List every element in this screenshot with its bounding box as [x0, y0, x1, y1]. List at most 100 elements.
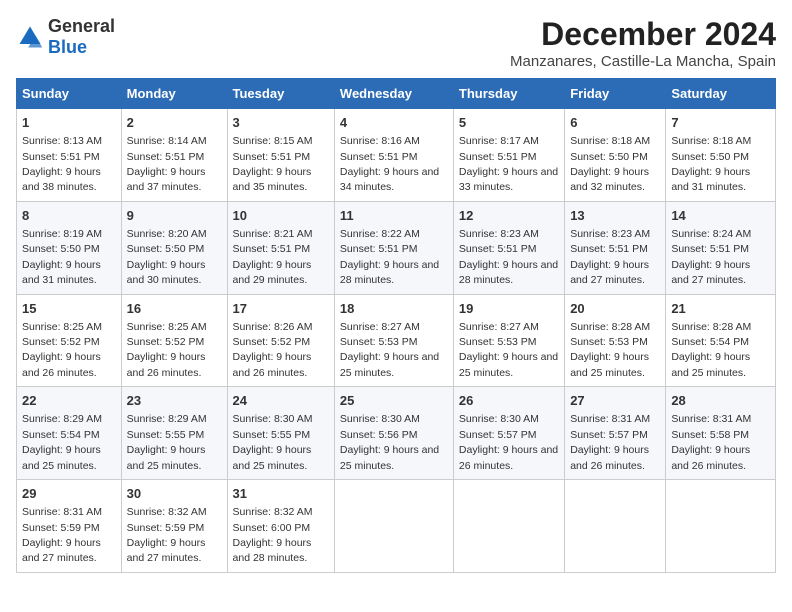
column-header-saturday: Saturday	[666, 79, 776, 109]
sunrise-info: Sunrise: 8:18 AM	[671, 135, 751, 147]
logo-icon	[16, 23, 44, 51]
day-cell: 3 Sunrise: 8:15 AM Sunset: 5:51 PM Dayli…	[227, 109, 334, 202]
day-number: 11	[340, 207, 448, 225]
sunset-info: Sunset: 5:54 PM	[22, 429, 100, 441]
day-number: 13	[570, 207, 660, 225]
sunset-info: Sunset: 5:59 PM	[22, 522, 100, 534]
sunrise-info: Sunrise: 8:19 AM	[22, 228, 102, 240]
daylight-info: Daylight: 9 hours and 25 minutes.	[570, 351, 649, 378]
day-cell: 12 Sunrise: 8:23 AM Sunset: 5:51 PM Dayl…	[453, 201, 564, 294]
day-number: 29	[22, 485, 116, 503]
day-cell: 7 Sunrise: 8:18 AM Sunset: 5:50 PM Dayli…	[666, 109, 776, 202]
week-row-3: 15 Sunrise: 8:25 AM Sunset: 5:52 PM Dayl…	[17, 294, 776, 387]
daylight-info: Daylight: 9 hours and 29 minutes.	[233, 259, 312, 286]
day-cell: 30 Sunrise: 8:32 AM Sunset: 5:59 PM Dayl…	[121, 480, 227, 573]
day-cell: 28 Sunrise: 8:31 AM Sunset: 5:58 PM Dayl…	[666, 387, 776, 480]
day-cell	[453, 480, 564, 573]
calendar-header-row: SundayMondayTuesdayWednesdayThursdayFrid…	[17, 79, 776, 109]
day-number: 2	[127, 114, 222, 132]
day-number: 24	[233, 392, 329, 410]
sunrise-info: Sunrise: 8:30 AM	[340, 413, 420, 425]
day-number: 8	[22, 207, 116, 225]
day-number: 7	[671, 114, 770, 132]
sunset-info: Sunset: 5:51 PM	[233, 243, 311, 255]
sunrise-info: Sunrise: 8:21 AM	[233, 228, 313, 240]
day-cell: 2 Sunrise: 8:14 AM Sunset: 5:51 PM Dayli…	[121, 109, 227, 202]
day-number: 9	[127, 207, 222, 225]
sunset-info: Sunset: 5:51 PM	[671, 243, 749, 255]
daylight-info: Daylight: 9 hours and 28 minutes.	[233, 537, 312, 564]
page-header: General Blue December 2024 Manzanares, C…	[16, 16, 776, 70]
day-cell: 25 Sunrise: 8:30 AM Sunset: 5:56 PM Dayl…	[334, 387, 453, 480]
daylight-info: Daylight: 9 hours and 26 minutes.	[671, 444, 750, 471]
sunset-info: Sunset: 5:53 PM	[570, 336, 648, 348]
day-number: 6	[570, 114, 660, 132]
day-number: 16	[127, 300, 222, 318]
sunset-info: Sunset: 5:54 PM	[671, 336, 749, 348]
day-cell: 27 Sunrise: 8:31 AM Sunset: 5:57 PM Dayl…	[565, 387, 666, 480]
sunset-info: Sunset: 5:57 PM	[459, 429, 537, 441]
sunrise-info: Sunrise: 8:24 AM	[671, 228, 751, 240]
day-number: 31	[233, 485, 329, 503]
day-cell	[334, 480, 453, 573]
day-cell: 20 Sunrise: 8:28 AM Sunset: 5:53 PM Dayl…	[565, 294, 666, 387]
day-number: 30	[127, 485, 222, 503]
title-block: December 2024 Manzanares, Castille-La Ma…	[510, 16, 776, 70]
sunrise-info: Sunrise: 8:28 AM	[671, 321, 751, 333]
sunset-info: Sunset: 5:57 PM	[570, 429, 648, 441]
day-cell: 6 Sunrise: 8:18 AM Sunset: 5:50 PM Dayli…	[565, 109, 666, 202]
sunrise-info: Sunrise: 8:25 AM	[127, 321, 207, 333]
daylight-info: Daylight: 9 hours and 35 minutes.	[233, 166, 312, 193]
daylight-info: Daylight: 9 hours and 26 minutes.	[459, 444, 558, 471]
day-cell: 8 Sunrise: 8:19 AM Sunset: 5:50 PM Dayli…	[17, 201, 122, 294]
day-cell: 9 Sunrise: 8:20 AM Sunset: 5:50 PM Dayli…	[121, 201, 227, 294]
daylight-info: Daylight: 9 hours and 26 minutes.	[570, 444, 649, 471]
daylight-info: Daylight: 9 hours and 25 minutes.	[127, 444, 206, 471]
day-number: 10	[233, 207, 329, 225]
sunrise-info: Sunrise: 8:22 AM	[340, 228, 420, 240]
sunset-info: Sunset: 5:53 PM	[459, 336, 537, 348]
sunset-info: Sunset: 5:50 PM	[127, 243, 205, 255]
column-header-wednesday: Wednesday	[334, 79, 453, 109]
day-number: 26	[459, 392, 559, 410]
day-number: 20	[570, 300, 660, 318]
sunrise-info: Sunrise: 8:26 AM	[233, 321, 313, 333]
sunrise-info: Sunrise: 8:31 AM	[570, 413, 650, 425]
sunset-info: Sunset: 6:00 PM	[233, 522, 311, 534]
sunset-info: Sunset: 5:55 PM	[127, 429, 205, 441]
week-row-2: 8 Sunrise: 8:19 AM Sunset: 5:50 PM Dayli…	[17, 201, 776, 294]
day-number: 18	[340, 300, 448, 318]
sunset-info: Sunset: 5:58 PM	[671, 429, 749, 441]
day-cell: 4 Sunrise: 8:16 AM Sunset: 5:51 PM Dayli…	[334, 109, 453, 202]
day-cell: 31 Sunrise: 8:32 AM Sunset: 6:00 PM Dayl…	[227, 480, 334, 573]
day-cell: 5 Sunrise: 8:17 AM Sunset: 5:51 PM Dayli…	[453, 109, 564, 202]
sunrise-info: Sunrise: 8:31 AM	[671, 413, 751, 425]
sunrise-info: Sunrise: 8:23 AM	[570, 228, 650, 240]
day-number: 14	[671, 207, 770, 225]
day-cell: 15 Sunrise: 8:25 AM Sunset: 5:52 PM Dayl…	[17, 294, 122, 387]
day-cell: 24 Sunrise: 8:30 AM Sunset: 5:55 PM Dayl…	[227, 387, 334, 480]
daylight-info: Daylight: 9 hours and 38 minutes.	[22, 166, 101, 193]
column-header-tuesday: Tuesday	[227, 79, 334, 109]
column-header-sunday: Sunday	[17, 79, 122, 109]
column-header-thursday: Thursday	[453, 79, 564, 109]
sunset-info: Sunset: 5:52 PM	[22, 336, 100, 348]
sunset-info: Sunset: 5:56 PM	[340, 429, 418, 441]
sunset-info: Sunset: 5:51 PM	[570, 243, 648, 255]
sunset-info: Sunset: 5:51 PM	[340, 151, 418, 163]
sunset-info: Sunset: 5:51 PM	[22, 151, 100, 163]
sunrise-info: Sunrise: 8:28 AM	[570, 321, 650, 333]
subtitle: Manzanares, Castille-La Mancha, Spain	[510, 53, 776, 70]
week-row-1: 1 Sunrise: 8:13 AM Sunset: 5:51 PM Dayli…	[17, 109, 776, 202]
daylight-info: Daylight: 9 hours and 27 minutes.	[127, 537, 206, 564]
logo-blue: Blue	[48, 37, 87, 57]
calendar-table: SundayMondayTuesdayWednesdayThursdayFrid…	[16, 78, 776, 573]
sunset-info: Sunset: 5:55 PM	[233, 429, 311, 441]
sunrise-info: Sunrise: 8:13 AM	[22, 135, 102, 147]
day-cell: 14 Sunrise: 8:24 AM Sunset: 5:51 PM Dayl…	[666, 201, 776, 294]
daylight-info: Daylight: 9 hours and 27 minutes.	[570, 259, 649, 286]
day-number: 5	[459, 114, 559, 132]
daylight-info: Daylight: 9 hours and 37 minutes.	[127, 166, 206, 193]
day-number: 4	[340, 114, 448, 132]
daylight-info: Daylight: 9 hours and 33 minutes.	[459, 166, 558, 193]
